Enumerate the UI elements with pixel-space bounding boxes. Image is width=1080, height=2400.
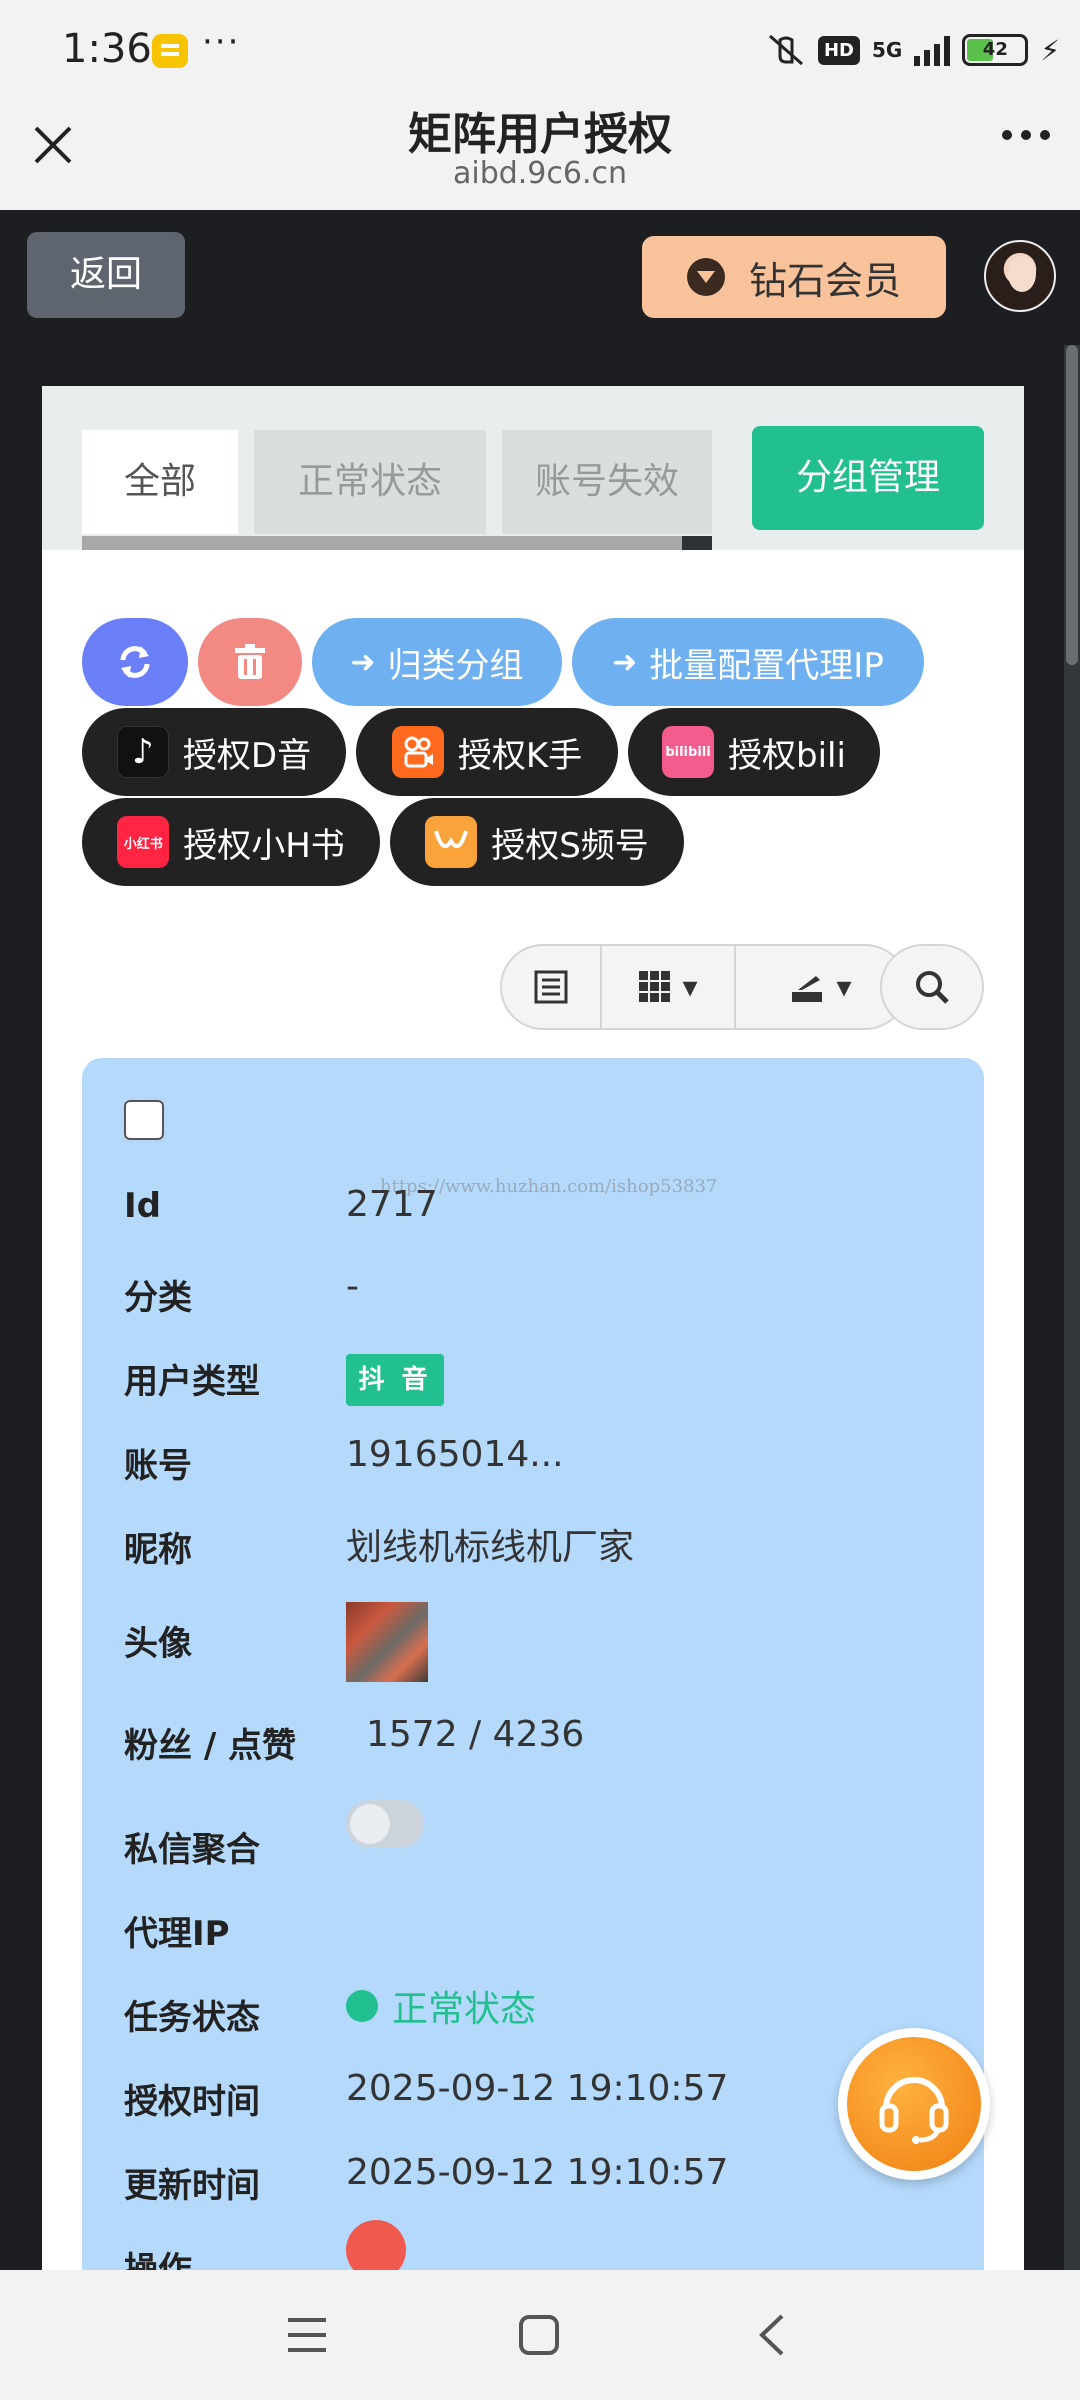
douyin-logo-icon: ♪ bbox=[116, 726, 169, 778]
signal-icon bbox=[914, 34, 951, 66]
tab-scrollbar[interactable] bbox=[82, 536, 712, 550]
status-indicators: HD 5G 42 ⚡ bbox=[766, 30, 1060, 70]
fans-likes-value: 1572 / 4236 bbox=[366, 1714, 585, 1755]
caret-down-icon: ▾ bbox=[682, 969, 698, 1005]
avatar-label: 头像 bbox=[124, 1624, 192, 1664]
more-notifications-icon: ··· bbox=[202, 22, 241, 62]
group-assign-button[interactable]: ➜ 归类分组 bbox=[312, 618, 562, 706]
auth-time-label: 授权时间 bbox=[124, 2082, 260, 2122]
refresh-button[interactable] bbox=[82, 618, 188, 706]
auth-kuaishou-label: 授权K手 bbox=[457, 735, 583, 776]
id-label: Id bbox=[124, 1186, 161, 1226]
more-options-icon[interactable] bbox=[1002, 130, 1050, 140]
group-assign-label: 归类分组 bbox=[387, 645, 524, 686]
auth-kuaishou-button[interactable]: 授权K手 bbox=[356, 708, 618, 796]
tab-bar: 全部 正常状态 账号失效 分组管理 bbox=[42, 386, 1024, 550]
diamond-icon bbox=[686, 258, 725, 296]
auth-time-value: 2025-09-12 19:10:57 bbox=[346, 2068, 729, 2109]
battery-level: 42 bbox=[982, 39, 1008, 60]
headset-icon bbox=[879, 2077, 949, 2144]
message-notification-icon bbox=[152, 34, 188, 68]
auth-xiaohongshu-button[interactable]: 小红书 授权小H书 bbox=[82, 798, 380, 886]
browser-header: 矩阵用户授权 aibd.9c6.cn bbox=[0, 90, 1080, 210]
columns-dropdown-button[interactable]: ▾ bbox=[602, 946, 736, 1028]
table-toolbar: ▾ ▾ bbox=[500, 944, 908, 1030]
update-time-value: 2025-09-12 19:10:57 bbox=[346, 2152, 729, 2193]
page-url: aibd.9c6.cn bbox=[452, 156, 628, 191]
kuaishou-logo-icon bbox=[391, 726, 444, 778]
tab-normal[interactable]: 正常状态 bbox=[254, 430, 486, 534]
group-manage-button[interactable]: 分组管理 bbox=[752, 426, 984, 530]
arrow-right-icon: ➜ bbox=[612, 644, 638, 680]
nickname-value: 划线机标线机厂家 bbox=[346, 1527, 635, 1568]
account-value: 19165014... bbox=[346, 1434, 564, 1475]
status-time: 1:36 bbox=[62, 26, 152, 72]
hd-icon: HD bbox=[817, 35, 860, 65]
export-icon bbox=[792, 976, 823, 1002]
nickname-label: 昵称 bbox=[124, 1530, 192, 1570]
bilibili-logo-icon: bilibili bbox=[662, 726, 715, 778]
tab-all[interactable]: 全部 bbox=[82, 430, 238, 534]
user-avatar[interactable] bbox=[984, 240, 1056, 312]
vip-label: 钻石会员 bbox=[748, 258, 901, 303]
customer-service-button[interactable] bbox=[838, 2028, 990, 2180]
arrow-right-icon: ➜ bbox=[350, 644, 376, 680]
back-nav-icon[interactable] bbox=[750, 2312, 796, 2358]
battery-icon: 42 bbox=[962, 34, 1029, 66]
auth-shipinhao-label: 授权S频号 bbox=[491, 825, 649, 866]
auth-bili-label: 授权bili bbox=[728, 735, 846, 776]
page-title: 矩阵用户授权 bbox=[408, 109, 672, 160]
xiaohongshu-logo-icon: 小红书 bbox=[117, 816, 170, 868]
auth-douyin-button[interactable]: ♪ 授权D音 bbox=[82, 708, 346, 796]
id-value: 2717 bbox=[346, 1184, 438, 1225]
back-button[interactable]: 返回 bbox=[27, 232, 185, 318]
system-nav-bar bbox=[0, 2270, 1080, 2400]
main-card: 全部 正常状态 账号失效 分组管理 ➜ 归类分组 ➜ 批量配置代理IP ♪ 授权… bbox=[42, 386, 1024, 2308]
home-icon[interactable] bbox=[516, 2312, 562, 2358]
shipinhao-logo-icon bbox=[425, 816, 478, 868]
batch-proxy-button[interactable]: ➜ 批量配置代理IP bbox=[572, 618, 924, 706]
account-label: 账号 bbox=[124, 1446, 192, 1486]
user-type-label: 用户类型 bbox=[124, 1362, 260, 1402]
search-button[interactable] bbox=[880, 944, 984, 1030]
auth-douyin-label: 授权D音 bbox=[182, 735, 312, 776]
auth-bili-button[interactable]: bilibili 授权bili bbox=[628, 708, 880, 796]
page-scrollbar[interactable] bbox=[1064, 345, 1080, 2270]
fans-likes-label: 粉丝 / 点赞 bbox=[124, 1726, 297, 1766]
task-status-value: 正常状态 bbox=[392, 1989, 537, 2030]
tab-invalid[interactable]: 账号失效 bbox=[502, 430, 712, 534]
status-bar: 1:36 ··· HD 5G 42 ⚡ bbox=[0, 0, 1080, 90]
auth-shipinhao-button[interactable]: 授权S频号 bbox=[390, 798, 684, 886]
refresh-icon bbox=[120, 646, 150, 678]
auth-xiaohongshu-label: 授权小H书 bbox=[183, 825, 345, 866]
caret-down-icon: ▾ bbox=[836, 969, 852, 1005]
menu-icon[interactable] bbox=[284, 2312, 330, 2358]
dm-toggle[interactable] bbox=[346, 1800, 424, 1848]
category-value: - bbox=[346, 1266, 359, 1307]
list-view-icon bbox=[534, 970, 568, 1004]
charging-icon: ⚡ bbox=[1040, 33, 1060, 67]
account-avatar-image[interactable] bbox=[346, 1602, 428, 1682]
user-type-badge: 抖 音 bbox=[346, 1354, 444, 1406]
update-time-label: 更新时间 bbox=[124, 2166, 260, 2206]
batch-proxy-label: 批量配置代理IP bbox=[649, 645, 884, 686]
grid-icon bbox=[639, 971, 671, 1002]
row-checkbox[interactable] bbox=[124, 1100, 164, 1140]
network-type: 5G bbox=[871, 38, 903, 62]
task-status-label: 任务状态 bbox=[124, 1998, 260, 2038]
vip-button[interactable]: 钻石会员 bbox=[642, 236, 946, 318]
category-label: 分类 bbox=[124, 1278, 192, 1318]
trash-icon bbox=[235, 644, 265, 679]
dm-label: 私信聚合 bbox=[124, 1830, 260, 1870]
delete-button[interactable] bbox=[198, 618, 302, 706]
card-view-button[interactable] bbox=[502, 946, 602, 1028]
proxy-label: 代理IP bbox=[124, 1914, 230, 1954]
status-dot-icon bbox=[346, 1990, 378, 2022]
search-icon bbox=[916, 971, 949, 1004]
mute-icon bbox=[768, 34, 803, 66]
